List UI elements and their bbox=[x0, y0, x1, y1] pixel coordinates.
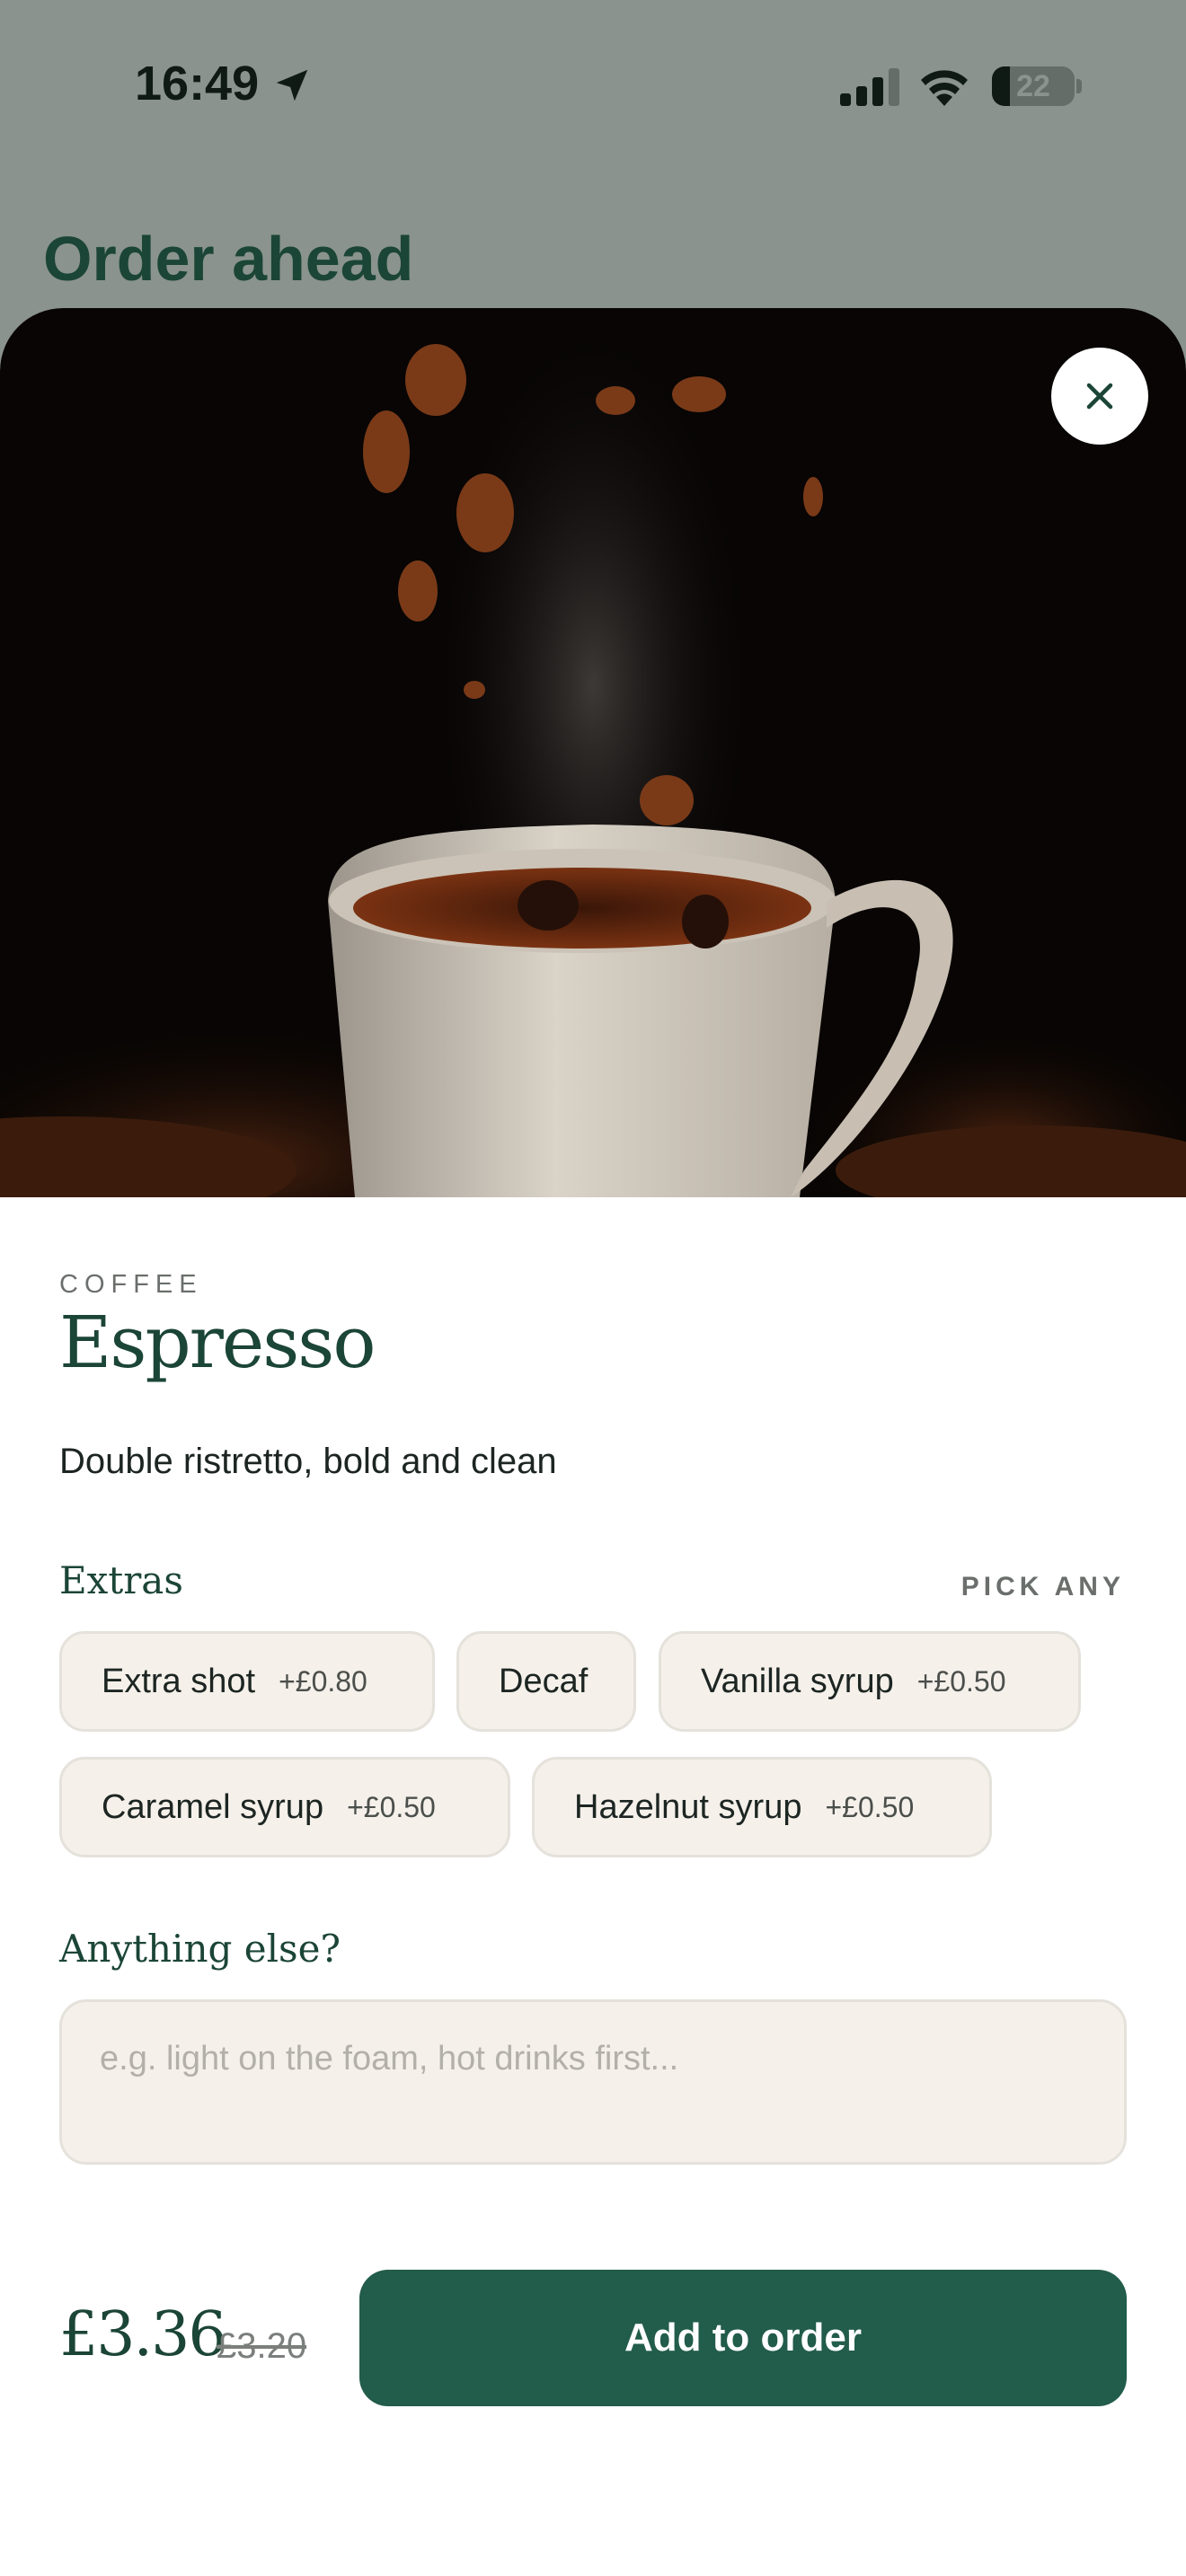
extra-chip-hazelnut-syrup[interactable]: Hazelnut syrup +£0.50 bbox=[532, 1757, 992, 1857]
chip-price: +£0.50 bbox=[916, 1664, 1006, 1698]
notes-input[interactable] bbox=[59, 1999, 1127, 2165]
coffee-cup-photo bbox=[0, 308, 1186, 1197]
original-price: £3.20 bbox=[217, 2326, 307, 2366]
status-time: 16:49 bbox=[135, 57, 260, 110]
battery-nub bbox=[1076, 79, 1082, 93]
add-to-order-button[interactable]: Add to order bbox=[359, 2270, 1127, 2406]
extras-hint: PICK ANY bbox=[960, 1572, 1125, 1601]
chip-price: +£0.50 bbox=[825, 1790, 915, 1823]
extra-chip-extra-shot[interactable]: Extra shot +£0.80 bbox=[59, 1631, 435, 1732]
chip-label: Hazelnut syrup bbox=[574, 1787, 802, 1826]
battery-indicator: 22 bbox=[992, 66, 1075, 106]
chip-label: Decaf bbox=[499, 1662, 589, 1700]
notes-title: Anything else? bbox=[59, 1927, 341, 1971]
status-bar: 16:49 22 bbox=[0, 0, 1186, 171]
page-title: Order ahead bbox=[43, 224, 414, 294]
chip-label: Vanilla syrup bbox=[701, 1662, 894, 1700]
chip-price: +£0.50 bbox=[347, 1790, 436, 1823]
chip-label: Extra shot bbox=[102, 1662, 256, 1700]
product-title: Espresso bbox=[59, 1301, 376, 1384]
chip-label: Caramel syrup bbox=[102, 1787, 324, 1826]
close-button[interactable] bbox=[1051, 348, 1148, 445]
extra-chip-vanilla-syrup[interactable]: Vanilla syrup +£0.50 bbox=[659, 1631, 1081, 1732]
location-arrow-icon bbox=[276, 69, 308, 101]
battery-level-text: 22 bbox=[1016, 69, 1050, 103]
extra-chip-decaf[interactable]: Decaf bbox=[456, 1631, 636, 1732]
extra-chip-caramel-syrup[interactable]: Caramel syrup +£0.50 bbox=[59, 1757, 510, 1857]
extras-title: Extras bbox=[59, 1558, 183, 1602]
close-icon bbox=[1086, 383, 1113, 410]
cellular-signal-icon bbox=[840, 68, 899, 106]
current-price: £3.36 bbox=[59, 2299, 227, 2370]
product-description: Double ristretto, bold and clean bbox=[59, 1442, 557, 1481]
chip-price: +£0.80 bbox=[279, 1664, 367, 1698]
product-category: COFFEE bbox=[59, 1270, 203, 1299]
wifi-icon bbox=[921, 70, 968, 106]
